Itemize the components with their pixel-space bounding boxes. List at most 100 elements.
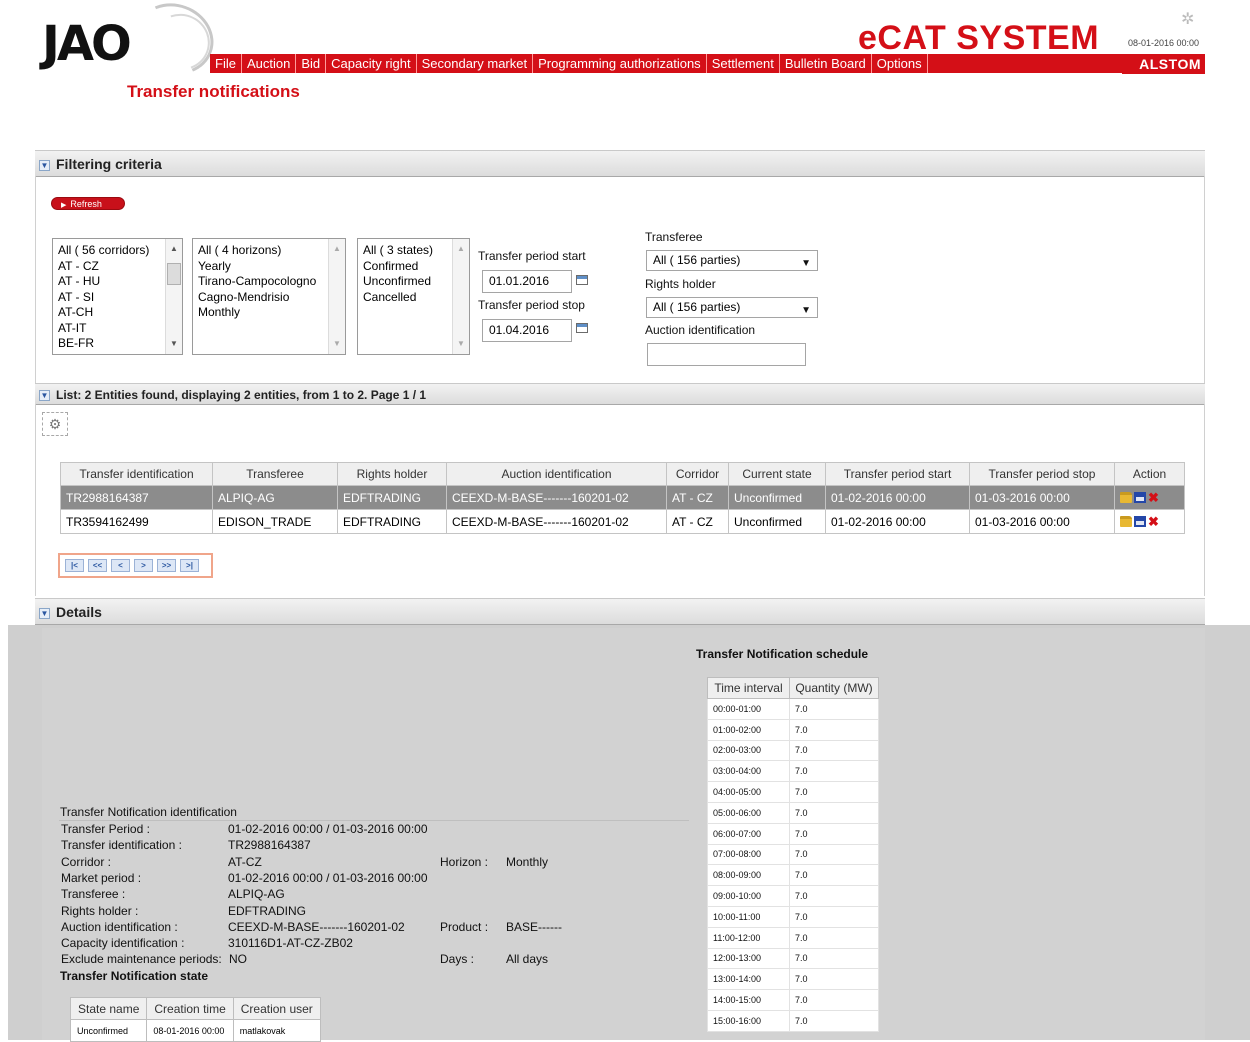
transfer-period-value: 01-02-2016 00:00 / 01-03-2016 00:00 [228,822,428,836]
schedule-row: 03:00-04:00 7.0 [707,760,879,783]
exclude-maintenance-value: NO [229,952,247,966]
delete-icon[interactable]: ✖ [1148,490,1159,506]
state-heading: Transfer Notification state [60,969,209,983]
menu-bid[interactable]: Bid [296,54,327,73]
period-stop-input[interactable]: 01.04.2016 [482,319,572,342]
collapse-chevron-icon[interactable]: ▼ [39,159,50,171]
open-folder-icon[interactable] [1120,492,1132,503]
table-row[interactable]: TR3594162499 EDISON_TRADE EDFTRADING CEE… [60,509,1185,534]
corridor-scrollbar[interactable]: ▲ ▼ [165,239,182,354]
collapse-chevron-icon[interactable]: ▼ [39,390,50,402]
col-current-state[interactable]: Current state [728,462,826,486]
cell-transfer-id: TR3594162499 [60,509,213,534]
horizon-option[interactable]: Monthly [193,305,345,321]
schedule-quantity: 7.0 [789,843,879,866]
product-label: Product : [440,920,489,934]
menu-settlement[interactable]: Settlement [707,54,780,73]
auction-id-input[interactable] [647,343,806,366]
corridor-option[interactable]: BE-FR [53,336,182,352]
menu-capacity-right[interactable]: Capacity right [326,54,417,73]
cell-transferee: ALPIQ-AG [212,485,338,510]
transfer-id-label: Transfer identification : [61,838,182,852]
schedule-quantity: 7.0 [789,739,879,762]
period-start-input[interactable]: 01.01.2016 [482,270,572,293]
save-icon[interactable] [1134,516,1146,527]
table-row[interactable]: TR2988164387 ALPIQ-AG EDFTRADING CEEXD-M… [60,485,1185,510]
state-scrollbar[interactable]: ▲ ▼ [452,239,469,354]
schedule-time: 02:00-03:00 [707,739,790,762]
transfer-id-value: TR2988164387 [228,838,311,852]
first-page-button[interactable]: |< [65,559,84,572]
schedule-quantity: 7.0 [789,926,879,949]
corridor-option[interactable]: AT - HU [53,274,182,290]
save-icon[interactable] [1134,492,1146,503]
scroll-thumb[interactable] [167,263,181,285]
col-transfer-id[interactable]: Transfer identification [60,462,213,486]
logo-text: JAO [42,16,132,72]
schedule-row: 14:00-15:00 7.0 [707,989,879,1011]
schedule-quantity: 7.0 [789,718,879,741]
corridor-listbox[interactable]: All ( 56 corridors) AT - CZ AT - HU AT -… [52,238,183,355]
next-page-button[interactable]: > [134,559,153,572]
rights-holder-select[interactable]: All ( 156 parties) ▼ [646,297,818,318]
schedule-quantity: 7.0 [789,989,879,1011]
menu-programming-authorizations[interactable]: Programming authorizations [533,54,707,73]
transferee-label: Transferee [645,230,703,244]
horizon-option[interactable]: Tirano-Campocologno [193,274,345,290]
state-listbox[interactable]: All ( 3 states) Confirmed Unconfirmed Ca… [357,238,470,355]
col-auction-id[interactable]: Auction identification [446,462,667,486]
corridor-option[interactable]: AT - SI [53,290,182,306]
schedule-body: 00:00-01:00 7.0 01:00-02:00 7.0 02:00-03:00 7… [707,698,879,1032]
transferee-select-value: All ( 156 parties) [653,253,741,267]
corridor-option[interactable]: All ( 56 corridors) [53,243,182,259]
corridor-option[interactable]: AT - CZ [53,259,182,275]
corridor-option[interactable]: AT-CH [53,305,182,321]
list-section-header[interactable]: ▼ List: 2 Entities found, displaying 2 en… [35,383,1205,405]
open-folder-icon[interactable] [1120,516,1132,527]
horizon-option[interactable]: Cagno-Mendrisio [193,290,345,306]
schedule-row: 07:00-08:00 7.0 [707,843,879,866]
horizon-scrollbar[interactable]: ▲ ▼ [328,239,345,354]
market-period-label: Market period : [61,871,142,885]
calendar-icon[interactable] [576,323,588,333]
scroll-up-icon[interactable]: ▲ [453,241,469,257]
cell-corridor: AT - CZ [666,509,729,534]
scroll-up-icon[interactable]: ▲ [166,241,182,257]
horizon-listbox[interactable]: All ( 4 horizons) Yearly Tirano-Campocol… [192,238,346,355]
menu-auction[interactable]: Auction [242,54,297,73]
scroll-up-icon[interactable]: ▲ [329,241,345,257]
col-rights-holder[interactable]: Rights holder [337,462,447,486]
transferee-select[interactable]: All ( 156 parties) ▼ [646,250,818,271]
collapse-chevron-icon[interactable]: ▼ [39,607,50,619]
calendar-icon[interactable] [576,275,588,285]
schedule-row: 01:00-02:00 7.0 [707,718,879,741]
delete-icon[interactable]: ✖ [1148,514,1159,530]
prev-page-button[interactable]: < [111,559,130,572]
schedule-row: 13:00-14:00 7.0 [707,968,879,991]
details-section-header[interactable]: ▼ Details [35,598,1205,625]
col-period-start[interactable]: Transfer period start [825,462,970,486]
horizon-option[interactable]: All ( 4 horizons) [193,243,345,259]
last-page-button[interactable]: >| [180,559,199,572]
filter-section-header[interactable]: ▼ Filtering criteria [35,150,1205,177]
col-corridor[interactable]: Corridor [666,462,729,486]
next-block-button[interactable]: >> [157,559,176,572]
scroll-down-icon[interactable]: ▼ [329,336,345,352]
corridor-option[interactable]: AT-IT [53,321,182,337]
capacity-id-label: Capacity identification : [61,936,185,950]
period-start-label: Transfer period start [478,249,586,263]
scroll-down-icon[interactable]: ▼ [166,336,182,352]
product-value: BASE------ [506,920,562,934]
col-quantity: Quantity (MW) [789,677,879,699]
refresh-button[interactable]: ▶ Refresh [51,197,125,210]
menu-file[interactable]: File [210,54,242,73]
settings-gear-icon[interactable]: ⚙ [42,412,68,436]
schedule-quantity: 7.0 [789,947,879,970]
cell-transfer-id: TR2988164387 [60,485,213,510]
prev-block-button[interactable]: << [88,559,107,572]
menu-secondary-market[interactable]: Secondary market [417,54,534,73]
horizon-option[interactable]: Yearly [193,259,345,275]
scroll-down-icon[interactable]: ▼ [453,336,469,352]
col-period-stop[interactable]: Transfer period stop [969,462,1115,486]
col-transferee[interactable]: Transferee [212,462,338,486]
